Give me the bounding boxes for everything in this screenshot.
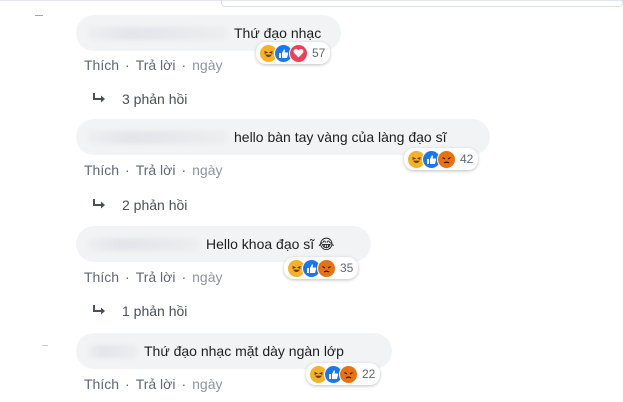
view-replies[interactable]: 3 phản hồi bbox=[92, 91, 187, 107]
divider-mark bbox=[35, 15, 43, 16]
view-replies[interactable]: 1 phản hồi bbox=[92, 303, 187, 319]
angry-reaction-icon bbox=[437, 149, 456, 169]
timestamp[interactable]: ngày bbox=[192, 376, 222, 392]
reply-link[interactable]: Trả lời bbox=[136, 376, 176, 392]
reaction-count: 42 bbox=[460, 152, 474, 166]
commenter-name[interactable] bbox=[88, 237, 200, 251]
input-box-edge bbox=[221, 0, 623, 7]
reply-link[interactable]: Trả lời bbox=[136, 269, 176, 285]
reaction-count: 57 bbox=[312, 46, 326, 60]
love-reaction-icon bbox=[289, 43, 308, 63]
like-link[interactable]: Thích bbox=[84, 57, 119, 73]
commenter-name[interactable] bbox=[88, 26, 228, 40]
reply-arrow-icon bbox=[93, 93, 105, 103]
separator-dot: · bbox=[125, 57, 130, 73]
replies-label: 3 phản hồi bbox=[122, 91, 188, 107]
replies-label: 1 phản hồi bbox=[122, 303, 188, 319]
comment-text: Thứ đạo nhạc bbox=[234, 25, 322, 41]
angry-reaction-icon bbox=[317, 258, 336, 278]
separator-dot: · bbox=[125, 376, 130, 392]
reaction-summary[interactable]: 22 bbox=[306, 363, 381, 385]
like-link[interactable]: Thích bbox=[84, 162, 119, 178]
angry-reaction-icon bbox=[339, 364, 358, 384]
reply-arrow-icon bbox=[93, 199, 105, 209]
separator-dot: · bbox=[181, 376, 187, 392]
comment-text: Thứ đạo nhạc mặt dày ngàn lớp bbox=[144, 343, 344, 359]
timestamp[interactable]: ngày bbox=[192, 269, 222, 285]
reaction-summary[interactable]: 35 bbox=[284, 257, 359, 279]
comment-text: hello bàn tay vàng của làng đạo sĩ bbox=[234, 129, 447, 145]
replies-label: 2 phản hồi bbox=[122, 197, 188, 213]
reaction-summary[interactable]: 42 bbox=[404, 148, 479, 170]
reaction-count: 35 bbox=[340, 261, 354, 275]
timestamp[interactable]: ngày bbox=[192, 162, 222, 178]
like-link[interactable]: Thích bbox=[84, 269, 119, 285]
separator-dot: · bbox=[125, 269, 130, 285]
separator-dot: · bbox=[125, 162, 130, 178]
separator-dot: · bbox=[181, 162, 187, 178]
comment-actions: Thích · Trả lời · ngày bbox=[84, 376, 223, 392]
reaction-summary[interactable]: 57 bbox=[256, 42, 331, 64]
comment-text: Hello khoa đạo sĩ 😂 bbox=[206, 235, 335, 252]
comment-actions: Thích · Trả lời · ngày bbox=[84, 269, 223, 285]
separator-dot: · bbox=[181, 269, 187, 285]
reaction-count: 22 bbox=[362, 367, 376, 381]
comment-actions: Thích · Trả lời · ngày bbox=[84, 162, 223, 178]
top-border bbox=[0, 0, 623, 7]
reply-link[interactable]: Trả lời bbox=[136, 57, 176, 73]
comment-actions: Thích · Trả lời · ngày bbox=[84, 57, 223, 73]
separator-dot: · bbox=[181, 57, 187, 73]
reply-link[interactable]: Trả lời bbox=[136, 162, 176, 178]
view-replies[interactable]: 2 phản hồi bbox=[92, 197, 187, 213]
like-link[interactable]: Thích bbox=[84, 376, 119, 392]
timestamp[interactable]: ngày bbox=[192, 57, 222, 73]
divider-mark bbox=[42, 345, 48, 346]
commenter-name[interactable] bbox=[88, 130, 228, 144]
reply-arrow-icon bbox=[93, 305, 105, 315]
commenter-name[interactable] bbox=[88, 344, 138, 358]
